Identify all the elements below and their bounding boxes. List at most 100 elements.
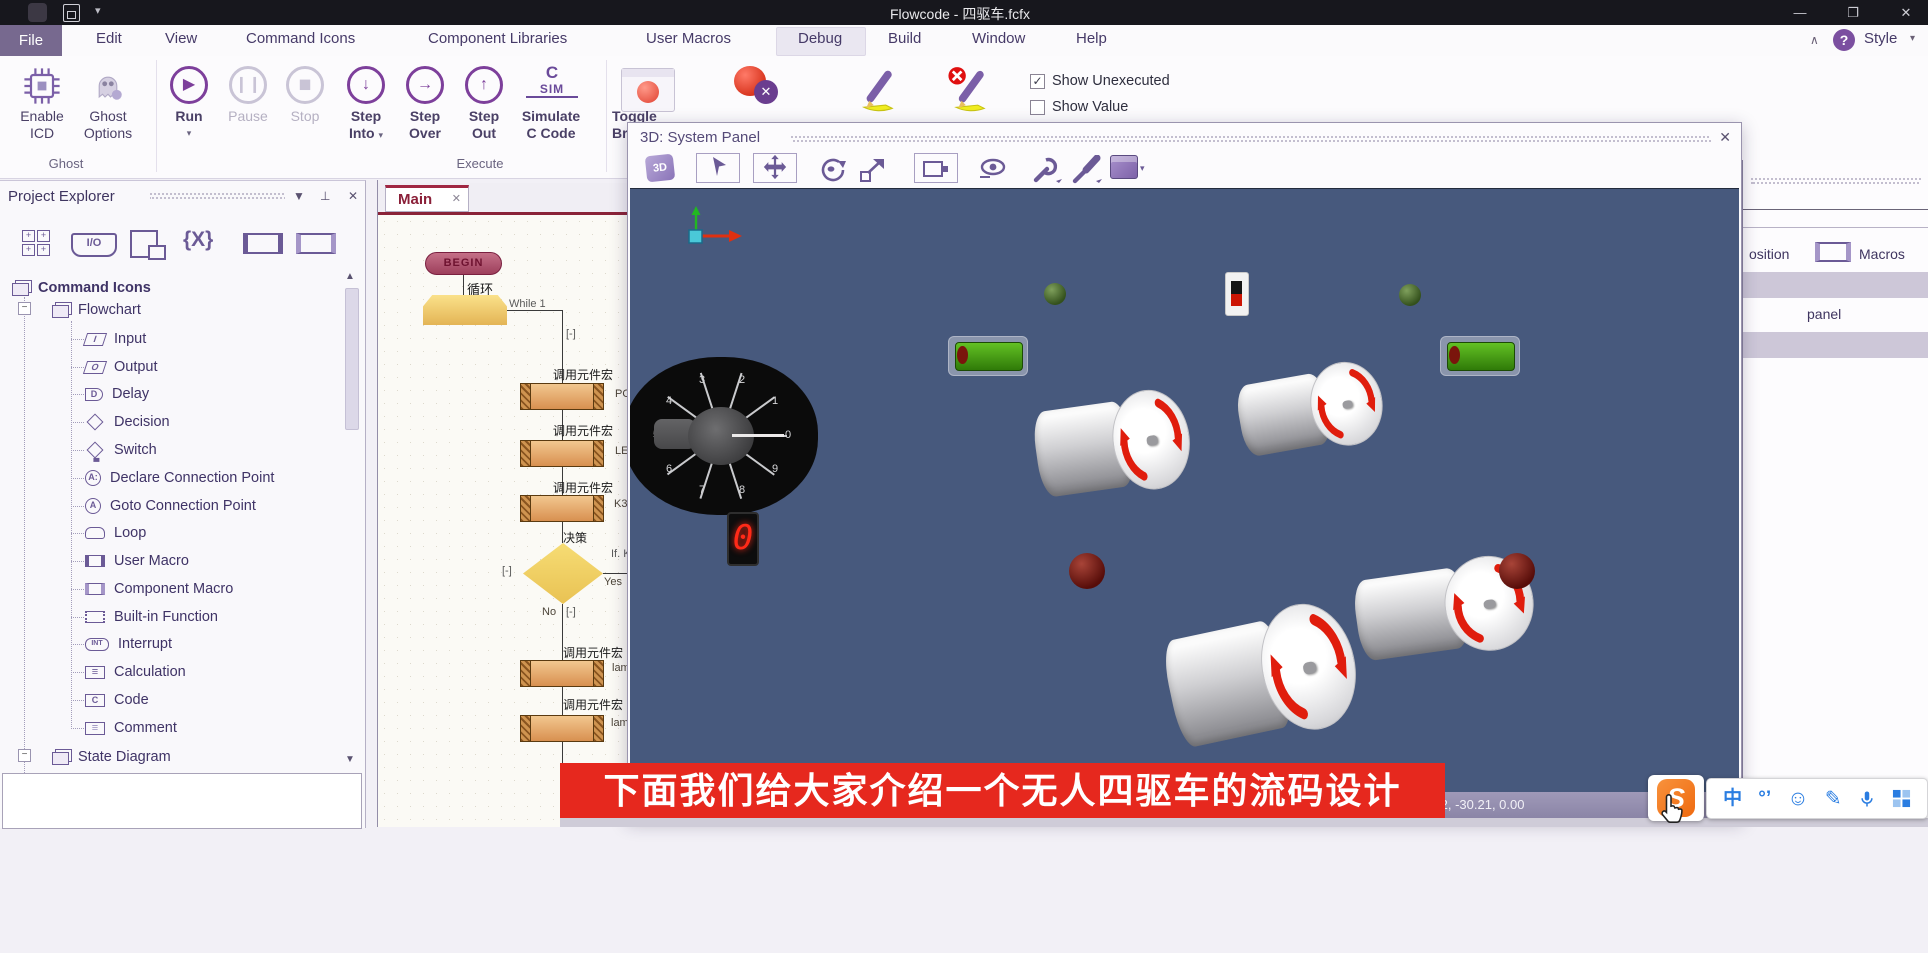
run-label[interactable]: Run▾ (157, 108, 221, 142)
pin-icon[interactable]: ⊥ (320, 189, 330, 203)
clear-all-breakpoints-icon[interactable]: ✕ (732, 66, 786, 114)
scroll-down-icon[interactable]: ▼ (345, 754, 357, 765)
drag-texture[interactable] (791, 136, 1711, 142)
ime-punctuation-icon[interactable]: °’ (1758, 789, 1771, 808)
led-green-sphere[interactable] (1044, 283, 1066, 305)
tree-item-input[interactable]: Input (85, 328, 146, 350)
while-loop-block[interactable] (423, 295, 507, 325)
viewport-3d[interactable]: 0 1 2 3 4 5 6 7 8 9 0 (630, 188, 1739, 795)
collapse-marker[interactable]: [-] (502, 565, 512, 577)
tree-item-component-macro[interactable]: Component Macro (85, 578, 233, 600)
menu-component-libraries[interactable]: Component Libraries (428, 30, 567, 47)
battery-component[interactable] (1440, 336, 1520, 376)
select-mode-button[interactable] (696, 153, 740, 183)
tree-item-user-macro[interactable]: User Macro (85, 550, 189, 572)
panel-close-icon[interactable]: ✕ (348, 189, 358, 203)
explorer-scrollbar[interactable]: ▲ ▼ (342, 266, 361, 953)
menu-help[interactable]: Help (1076, 30, 1107, 47)
component-macro-block[interactable] (520, 383, 604, 410)
tree-root-command-icons[interactable]: Command Icons (12, 277, 151, 299)
table-row[interactable] (1743, 332, 1928, 358)
pause-button[interactable]: ❙❙ (229, 66, 267, 104)
rotate-icon[interactable] (816, 155, 846, 183)
scroll-up-icon[interactable]: ▲ (345, 271, 357, 282)
tree-item-output[interactable]: Output (85, 356, 158, 378)
component-macro-block[interactable] (520, 495, 604, 522)
cube-icon[interactable] (1110, 155, 1138, 179)
show-value-label[interactable]: Show Value (1052, 99, 1128, 115)
tree-item-switch[interactable]: Switch (85, 439, 157, 461)
tree-item-loop[interactable]: Loop (85, 522, 146, 544)
tree-item-state-diagram[interactable]: State Diagram (52, 746, 171, 768)
pencil-icon[interactable] (855, 68, 899, 116)
component-macro-toolbar-icon[interactable] (296, 233, 336, 254)
battery-component[interactable] (948, 336, 1028, 376)
menu-view[interactable]: View (165, 30, 197, 47)
tree-item-flowchart[interactable]: Flowchart (52, 299, 141, 321)
tree-item-comment[interactable]: Comment (85, 717, 177, 739)
drag-texture[interactable] (1751, 178, 1921, 184)
collapse-ribbon-icon[interactable]: ∧ (1810, 33, 1819, 47)
pencil-error-icon[interactable] (944, 66, 992, 116)
io-icon[interactable]: I/O (71, 233, 117, 257)
component-macro-block[interactable] (520, 715, 604, 742)
menu-window[interactable]: Window (972, 30, 1025, 47)
restore-button[interactable]: ❐ (1836, 2, 1870, 23)
table-cell[interactable]: panel (1807, 306, 1841, 322)
toggle-breakpoint-icon[interactable] (621, 68, 675, 112)
begin-block[interactable]: BEGIN (425, 252, 502, 275)
cube-caret-icon[interactable]: ▾ (1140, 163, 1145, 174)
move-mode-button[interactable] (753, 153, 797, 183)
step-over-button[interactable]: → (406, 66, 444, 104)
show-unexecuted-label[interactable]: Show Unexecuted (1052, 73, 1170, 89)
ime-emoji-icon[interactable]: ☺ (1787, 788, 1808, 809)
menu-file[interactable]: File (0, 25, 62, 56)
collapse-marker[interactable]: [-] (566, 328, 576, 340)
step-over-label[interactable]: StepOver (393, 108, 457, 142)
brush-icon[interactable] (1070, 155, 1104, 185)
step-into-label[interactable]: StepInto ▾ (334, 108, 398, 144)
run-button[interactable]: ▶ (170, 66, 208, 104)
simulate-c-code-button[interactable]: SimulateC Code (505, 108, 597, 142)
tree-item-code[interactable]: Code (85, 689, 149, 711)
panel-dropdown-icon[interactable]: ▼ (293, 189, 305, 203)
step-out-button[interactable]: ↑ (465, 66, 503, 104)
motor-3d[interactable] (1030, 385, 1196, 505)
tree-item-decision[interactable]: Decision (85, 411, 170, 433)
menu-debug[interactable]: Debug (798, 30, 842, 47)
table-row[interactable] (1743, 272, 1928, 298)
ime-chinese-mode-icon[interactable]: 中 (1723, 789, 1742, 808)
tree-item-interrupt[interactable]: Interrupt (85, 633, 172, 655)
tree-item-goto-connection-point[interactable]: Goto Connection Point (85, 495, 256, 517)
tree-item-delay[interactable]: Delay (85, 383, 149, 405)
component-macro-block[interactable] (520, 440, 604, 467)
menu-build[interactable]: Build (888, 30, 921, 47)
menu-command-icons[interactable]: Command Icons (246, 30, 355, 47)
resize-icon[interactable] (858, 155, 888, 183)
minimize-button[interactable]: — (1783, 2, 1817, 23)
view-3d-icon[interactable]: 3D (645, 154, 676, 183)
user-macro-toolbar-icon[interactable] (243, 233, 283, 254)
ghost-options-button[interactable]: GhostOptions (66, 108, 150, 142)
save-icon[interactable] (63, 4, 80, 22)
expander-icon[interactable] (18, 302, 31, 315)
chip-icon[interactable] (20, 64, 64, 108)
ghost-icon[interactable] (86, 64, 130, 108)
close-button[interactable]: ✕ (1889, 2, 1923, 23)
component-macro-block[interactable] (520, 660, 604, 687)
ime-handwriting-icon[interactable]: ✎ (1825, 789, 1842, 809)
menu-user-macros[interactable]: User Macros (646, 30, 731, 47)
led-green-sphere[interactable] (1399, 284, 1421, 306)
quick-access-caret-icon[interactable]: ▾ (95, 4, 101, 17)
led-red-sphere[interactable] (1069, 553, 1105, 589)
style-dropdown[interactable]: Style (1864, 30, 1897, 47)
motor-3d[interactable] (1233, 356, 1389, 464)
ime-mic-icon[interactable] (1858, 788, 1876, 810)
c-sim-icon[interactable]: CSIM (526, 64, 578, 98)
show-value-checkbox[interactable] (1030, 100, 1045, 115)
show-unexecuted-checkbox[interactable]: ✓ (1030, 74, 1045, 89)
wrench-icon[interactable] (1030, 155, 1064, 185)
expander-icon[interactable] (18, 749, 31, 762)
help-icon[interactable]: ? (1833, 29, 1855, 51)
step-into-button[interactable]: ↓ (347, 66, 385, 104)
